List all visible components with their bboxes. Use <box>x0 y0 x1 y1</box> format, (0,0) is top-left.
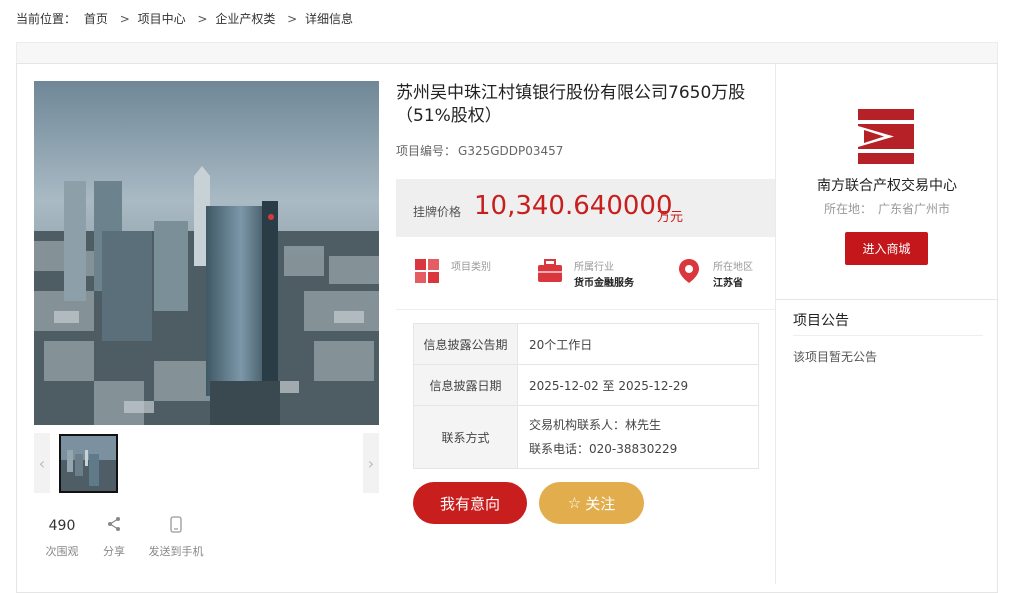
mobile-phone-icon <box>147 516 205 536</box>
follow-button[interactable]: ☆ 关注 <box>539 482 644 524</box>
org-location-value: 广东省广州市 <box>878 202 951 216</box>
contact-value: 交易机构联系人：林先生 联系电话：020-38830229 <box>517 405 759 469</box>
org-name: 南方联合产权交易中心 <box>817 178 957 194</box>
chevron-left-icon: ‹ <box>38 453 46 473</box>
breadcrumb-separator: > <box>197 12 208 26</box>
chevron-right-icon: › <box>367 453 375 473</box>
price-panel: 挂牌价格 10,340.640000 万元 <box>396 179 776 237</box>
breadcrumb: 当前位置： 首页 > 项目中心 > 企业产权类 > 详细信息 <box>16 10 357 27</box>
sidebar-divider <box>775 64 776 584</box>
project-code: 项目编号： G325GDDP03457 <box>396 142 563 159</box>
notice-divider <box>793 335 983 336</box>
industry-label: 所属行业 <box>574 262 614 273</box>
location-pin-icon <box>676 258 702 284</box>
notice-text: 该项目暂无公告 <box>793 350 878 364</box>
project-code-value: G325GDDP03457 <box>458 144 564 158</box>
region-label: 所在地区 <box>713 262 753 273</box>
thumbnail-next-button[interactable]: › <box>363 433 379 493</box>
breadcrumb-project-center-link[interactable]: 项目中心 <box>138 12 186 26</box>
sidebar-separator <box>776 299 998 300</box>
star-icon: ☆ <box>567 495 582 512</box>
header-strip <box>16 42 998 64</box>
contact-phone: 联系电话：020-38830229 <box>529 442 678 456</box>
period-label: 信息披露公告期 <box>413 323 518 365</box>
breadcrumb-label: 当前位置： <box>16 12 77 26</box>
breadcrumb-home-link[interactable]: 首页 <box>84 12 108 26</box>
enter-store-button[interactable]: 进入商城 <box>845 232 928 265</box>
send-to-phone-button[interactable]: 发送到手机 <box>147 516 205 559</box>
views-label: 次围观 <box>45 545 79 558</box>
breadcrumb-separator: > <box>287 12 298 26</box>
price-label: 挂牌价格 <box>413 205 462 219</box>
contact-label: 联系方式 <box>413 405 518 469</box>
date-value: 2025-12-02 至 2025-12-29 <box>517 364 759 406</box>
briefcase-icon <box>537 258 563 284</box>
price-value: 10,340.640000 <box>474 191 673 221</box>
contact-person: 交易机构联系人：林先生 <box>529 418 662 432</box>
views-stat: 490 次围观 <box>44 516 80 559</box>
city-skyline-image <box>34 81 379 425</box>
table-row: 信息披露公告期 20个工作日 <box>413 323 759 365</box>
notice-title: 项目公告 <box>793 313 849 329</box>
views-count: 490 <box>48 518 76 534</box>
price-unit: 万元 <box>657 210 684 225</box>
date-label: 信息披露日期 <box>413 364 518 406</box>
org-location-label: 所在地： <box>823 202 872 216</box>
city-skyline-thumbnail <box>61 436 116 491</box>
thumbnail-strip: ‹ › <box>34 433 379 493</box>
share-label: 分享 <box>103 545 125 558</box>
project-title: 苏州吴中珠江村镇银行股份有限公司7650万股（51%股权） <box>396 83 746 126</box>
thumbnail-item[interactable] <box>59 434 118 493</box>
intent-button[interactable]: 我有意向 <box>413 482 527 524</box>
disclosure-table: 信息披露公告期 20个工作日 信息披露日期 2025-12-02 至 2025-… <box>413 323 759 469</box>
category-label: 项目类别 <box>451 262 491 273</box>
breadcrumb-separator: > <box>119 12 130 26</box>
table-row: 信息披露日期 2025-12-02 至 2025-12-29 <box>413 364 759 406</box>
table-row: 联系方式 交易机构联系人：林先生 联系电话：020-38830229 <box>413 405 759 469</box>
region-value: 江苏省 <box>713 278 743 289</box>
project-attributes: 项目类别 所属行业 货币金融服务 所在地区 江苏省 <box>396 238 776 310</box>
breadcrumb-current: 详细信息 <box>305 12 354 26</box>
follow-label: 关注 <box>585 495 616 513</box>
send-to-phone-label: 发送到手机 <box>148 545 204 558</box>
project-photo[interactable] <box>34 81 379 425</box>
org-location: 所在地： 广东省广州市 <box>776 200 998 217</box>
project-code-label: 项目编号： <box>396 144 457 158</box>
org-logo <box>858 109 914 164</box>
breadcrumb-enterprise-link[interactable]: 企业产权类 <box>215 12 275 26</box>
grid-icon <box>414 258 440 284</box>
period-value: 20个工作日 <box>517 323 759 365</box>
industry-value: 货币金融服务 <box>574 278 634 289</box>
share-button[interactable]: 分享 <box>100 516 128 559</box>
share-icon <box>100 516 128 536</box>
thumbnail-prev-button[interactable]: ‹ <box>34 433 50 493</box>
